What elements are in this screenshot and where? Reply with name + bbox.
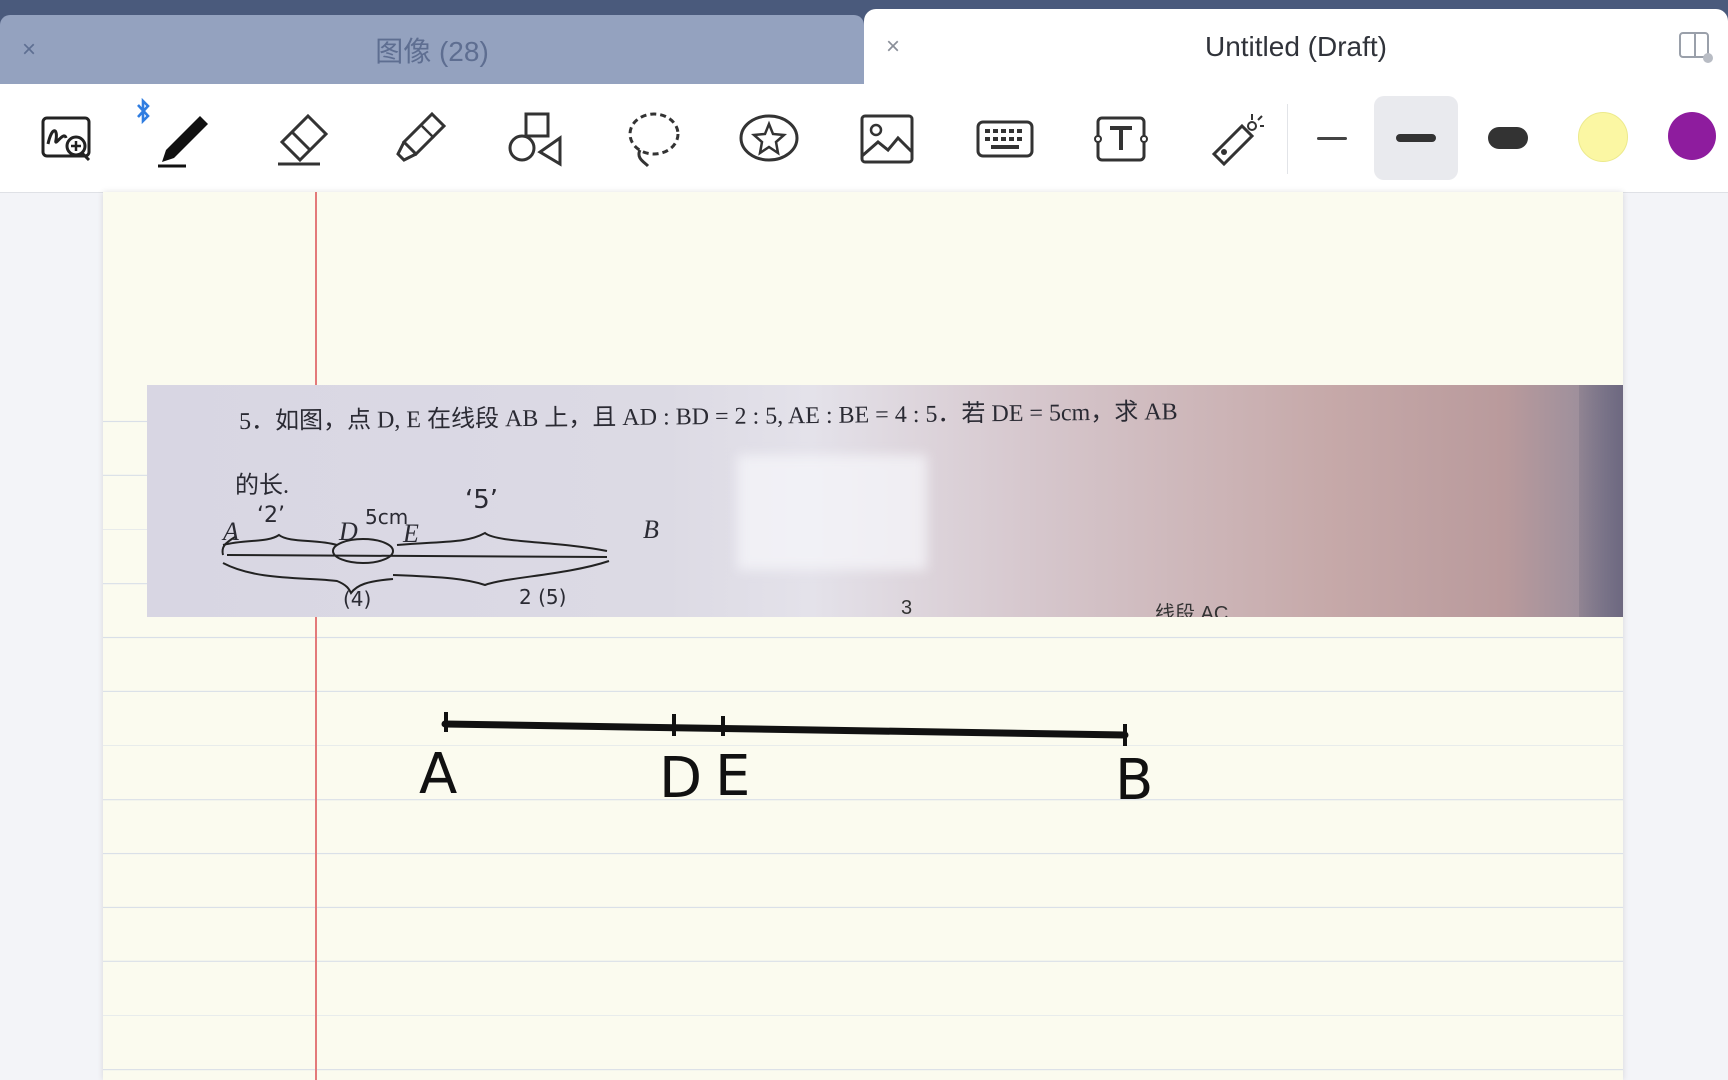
zoom-window-icon[interactable]: [34, 106, 100, 172]
color-swatch-yellow[interactable]: [1578, 112, 1628, 162]
tab-bar: × 图像 (28) × Untitled (Draft): [0, 0, 1728, 84]
stroke-size-thick[interactable]: [1466, 96, 1550, 180]
tab-title: 图像 (28): [375, 35, 489, 67]
point-label-d: D: [659, 746, 703, 811]
lasso-icon[interactable]: [620, 106, 686, 172]
note-page[interactable]: 5．如图，点 D, E 在线段 AB 上，且 AD : BD = 2 : 5, …: [103, 192, 1623, 1080]
pen-icon[interactable]: [150, 106, 216, 172]
eraser-icon[interactable]: [268, 106, 334, 172]
stroke-size-thin[interactable]: [1290, 96, 1374, 180]
stroke-size-medium[interactable]: [1374, 96, 1458, 180]
thick-line-icon: [1488, 127, 1528, 149]
highlighter-icon[interactable]: [386, 106, 452, 172]
shapes-icon[interactable]: [502, 106, 568, 172]
image-icon[interactable]: [854, 106, 920, 172]
tab-untitled-draft[interactable]: × Untitled (Draft): [864, 9, 1728, 84]
bluetooth-icon: [137, 98, 150, 124]
tab-title: Untitled (Draft): [1204, 30, 1388, 62]
thin-line-icon: [1317, 136, 1347, 140]
toolbar: [0, 84, 1728, 193]
text-box-icon[interactable]: [1088, 106, 1154, 172]
point-label-a: A: [419, 742, 458, 807]
elements-icon[interactable]: [736, 106, 802, 172]
laser-pointer-icon[interactable]: [1200, 106, 1266, 172]
handwritten-segment-drawing[interactable]: [103, 192, 1623, 1080]
tab-image-28[interactable]: × 图像 (28): [0, 15, 864, 84]
segment-ab-line: [441, 720, 1129, 739]
medium-line-icon: [1396, 134, 1436, 142]
toolbar-divider: [1287, 104, 1288, 174]
color-swatch-purple[interactable]: [1668, 112, 1716, 160]
point-label-b: B: [1115, 748, 1154, 813]
split-view-icon[interactable]: [1678, 31, 1714, 63]
point-label-e: E: [715, 744, 751, 809]
keyboard-icon[interactable]: [972, 106, 1038, 172]
